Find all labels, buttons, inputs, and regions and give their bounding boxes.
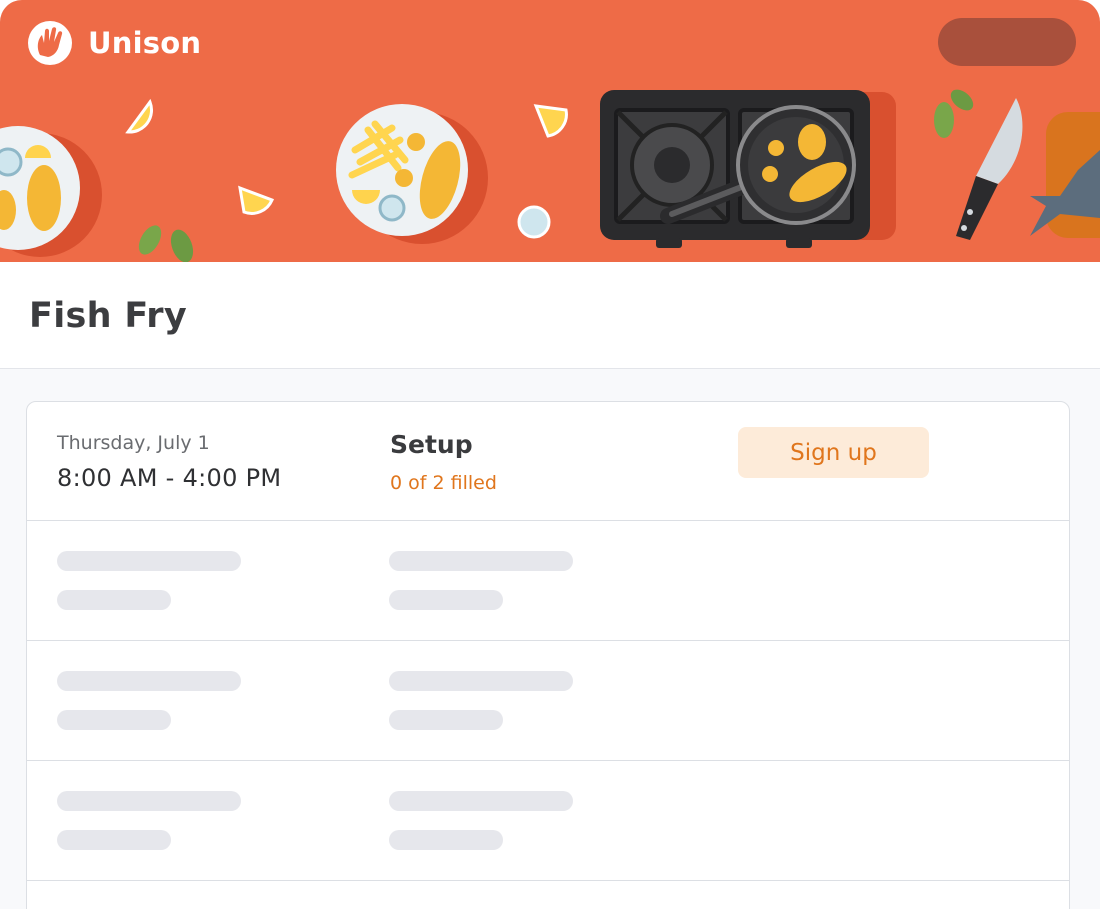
skeleton-line bbox=[57, 710, 171, 730]
skeleton-line bbox=[389, 551, 573, 571]
slot-row: Thursday, July 1 8:00 AM - 4:00 PM Setup… bbox=[27, 402, 1069, 521]
skeleton-row bbox=[27, 521, 1069, 641]
skeleton-line bbox=[389, 590, 503, 610]
sauce-icon bbox=[517, 205, 551, 239]
skeleton-row bbox=[27, 761, 1069, 881]
skeleton-line bbox=[57, 830, 171, 850]
skeleton-line bbox=[57, 590, 171, 610]
slot-role: Setup bbox=[390, 430, 473, 459]
slot-time: 8:00 AM - 4:00 PM bbox=[57, 464, 282, 492]
slot-date: Thursday, July 1 bbox=[57, 432, 210, 454]
skeleton-line bbox=[389, 710, 503, 730]
app-name: Unison bbox=[88, 26, 202, 60]
slots-card: Thursday, July 1 8:00 AM - 4:00 PM Setup… bbox=[26, 401, 1070, 909]
sign-up-button[interactable]: Sign up bbox=[738, 427, 929, 478]
skeleton-row bbox=[27, 641, 1069, 761]
skeleton-line bbox=[57, 551, 241, 571]
app-window: Unison Fish Fry Thursday, July 1 8:00 AM… bbox=[0, 0, 1100, 909]
page-title: Fish Fry bbox=[29, 296, 187, 336]
plate-left-icon bbox=[0, 126, 102, 257]
skeleton-line bbox=[389, 830, 503, 850]
knife-icon bbox=[956, 98, 1023, 240]
skeleton-line bbox=[57, 791, 241, 811]
stove-icon bbox=[600, 90, 896, 248]
skeleton-line bbox=[389, 671, 573, 691]
skeleton-line bbox=[57, 671, 241, 691]
title-bar: Fish Fry bbox=[0, 262, 1100, 369]
event-banner: Unison bbox=[0, 0, 1100, 262]
brand[interactable]: Unison bbox=[28, 20, 201, 66]
slot-filled-count: 0 of 2 filled bbox=[390, 472, 497, 494]
waving-hand-icon bbox=[28, 21, 72, 65]
account-menu-pill[interactable] bbox=[938, 18, 1076, 66]
plate-center-icon bbox=[336, 104, 488, 244]
skeleton-line bbox=[389, 791, 573, 811]
fish-icon bbox=[1030, 112, 1100, 238]
